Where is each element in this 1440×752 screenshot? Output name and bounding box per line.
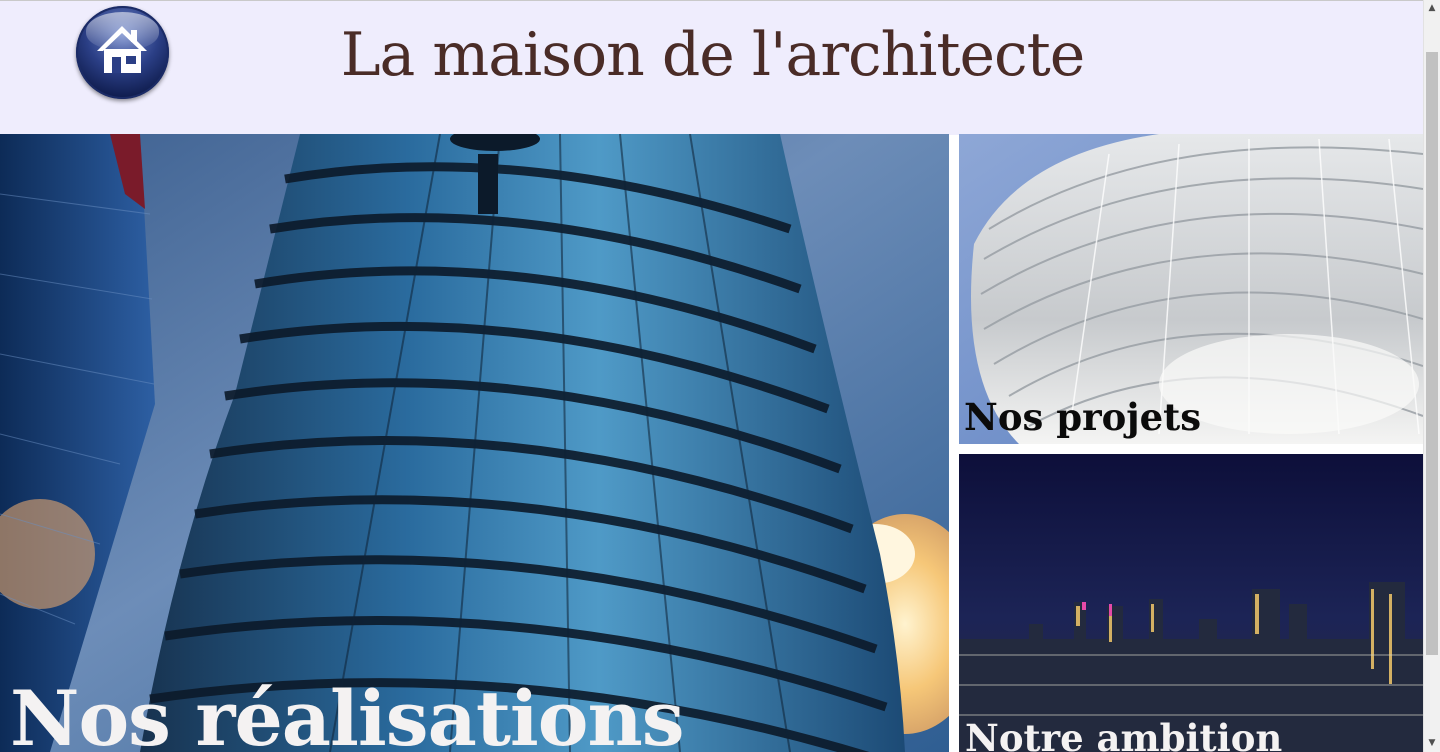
tile-label-nos-realisations: Nos réalisations: [10, 674, 685, 752]
tile-nos-projets[interactable]: Nos projets: [959, 134, 1423, 444]
scroll-thumb[interactable]: [1426, 52, 1438, 655]
glass-skyscraper-image: [0, 134, 949, 752]
tile-nos-realisations[interactable]: Nos réalisations: [0, 134, 949, 752]
scroll-up-arrow-icon[interactable]: ▲: [1424, 0, 1440, 17]
site-header: La maison de l'architecte: [0, 0, 1423, 135]
scroll-down-arrow-icon[interactable]: ▼: [1424, 735, 1440, 752]
tile-label-notre-ambition: Notre ambition: [965, 716, 1283, 752]
tile-notre-ambition[interactable]: Notre ambition: [959, 454, 1423, 752]
site-title: La maison de l'architecte: [340, 20, 1086, 90]
night-skyline-image: [959, 454, 1423, 752]
page: La maison de l'architecte Nos réalisatio…: [0, 0, 1423, 752]
tile-label-nos-projets: Nos projets: [964, 395, 1202, 439]
vertical-scrollbar[interactable]: ▲ ▼: [1423, 0, 1440, 752]
